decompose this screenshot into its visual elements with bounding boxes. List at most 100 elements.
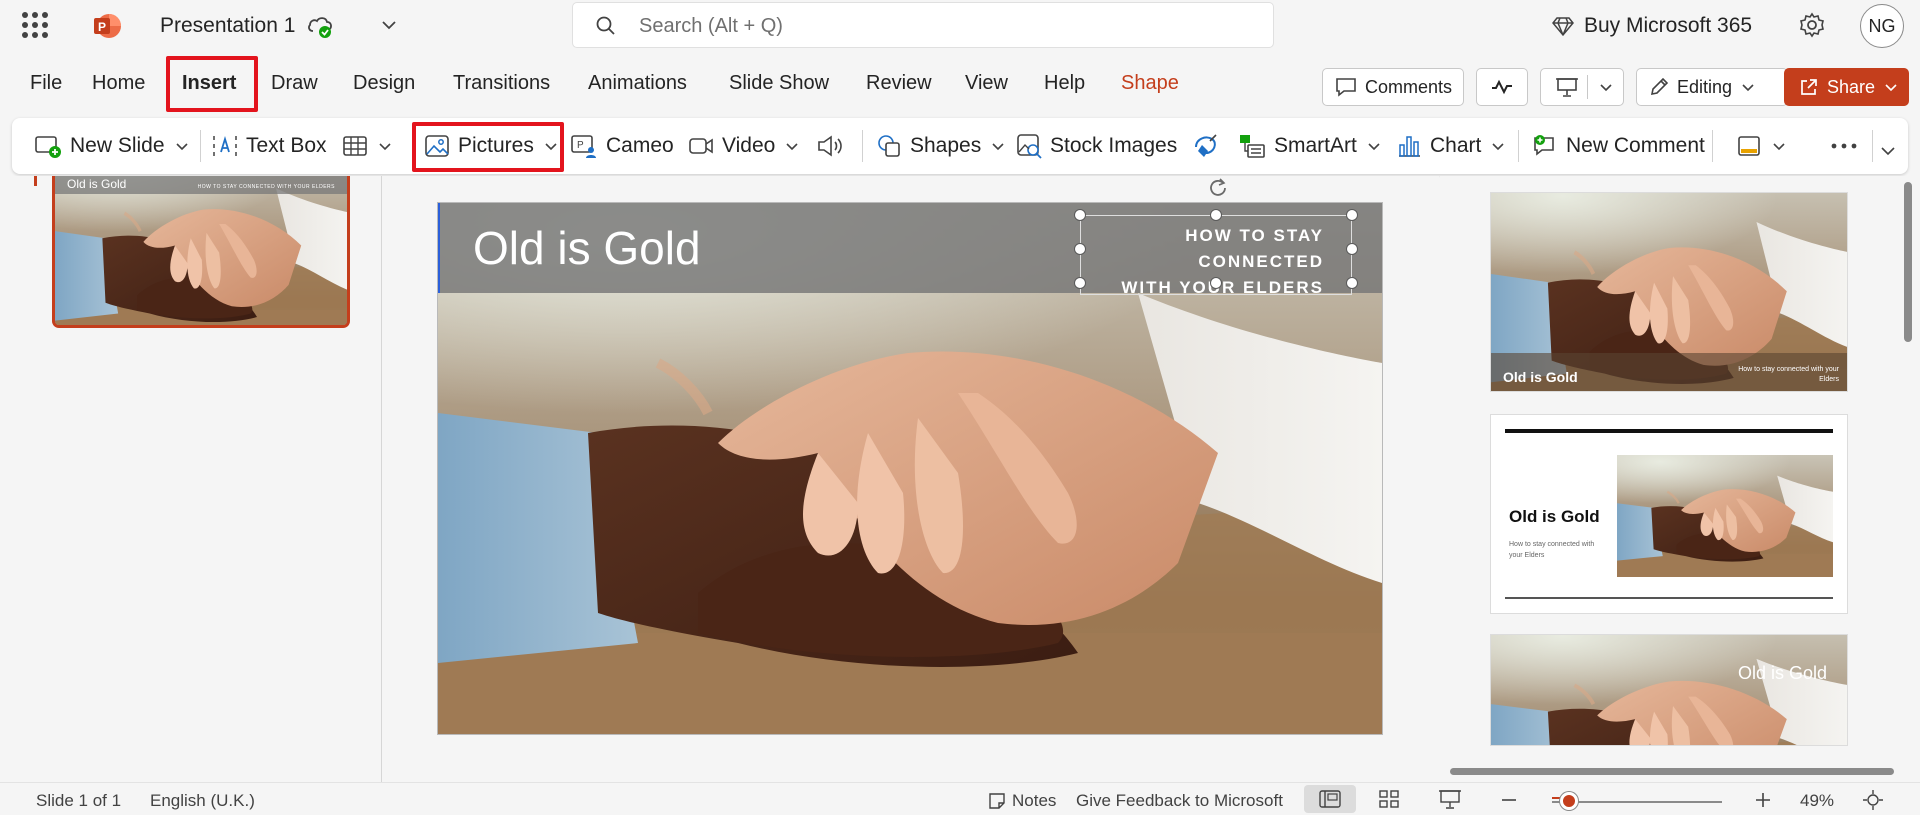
table-button[interactable] [342, 128, 394, 164]
chevron-down-icon [1742, 84, 1754, 92]
design-title: Old is Gold [1509, 507, 1600, 526]
catch-up-button[interactable] [1476, 68, 1528, 106]
slide-thumbnail-1[interactable]: Old is Gold HOW TO STAY CONNECTED WITH Y… [52, 176, 350, 328]
notes-label: Notes [1012, 791, 1057, 810]
slide-title[interactable]: Old is Gold [473, 221, 701, 275]
present-button[interactable] [1540, 68, 1624, 106]
chevron-down-icon[interactable] [378, 14, 400, 36]
pencil-icon [1650, 77, 1669, 96]
resize-handle[interactable] [1210, 277, 1222, 289]
comments-button[interactable]: Comments [1322, 68, 1464, 106]
resize-handle[interactable] [1346, 209, 1358, 221]
editing-label: Editing [1677, 76, 1733, 97]
design-option-2[interactable]: Old is Gold How to stay connected with y… [1490, 414, 1848, 614]
design-top-rule [1505, 429, 1833, 433]
present-icon [1556, 78, 1578, 97]
zoom-out-icon[interactable] [1500, 791, 1518, 809]
search-box[interactable] [572, 2, 1274, 48]
buy-microsoft-365-button[interactable]: Buy Microsoft 365 [1552, 13, 1752, 39]
avatar[interactable]: NG [1860, 4, 1904, 48]
smartart-button[interactable]: SmartArt [1238, 128, 1383, 164]
resize-handle[interactable] [1074, 277, 1086, 289]
new-comment-button[interactable]: New Comment [1532, 128, 1705, 164]
tab-transitions[interactable]: Transitions [453, 72, 550, 95]
feedback-link[interactable]: Give Feedback to Microsoft [1076, 791, 1283, 811]
title-bar: P Presentation 1 Buy Microsoft 365 NG [0, 0, 1920, 52]
text-box-icon [213, 135, 237, 156]
chart-button[interactable]: Chart [1396, 128, 1507, 164]
new-slide-button[interactable]: New Slide [34, 128, 191, 164]
thumbnail-photo [55, 176, 347, 325]
tab-shape[interactable]: Shape [1121, 72, 1179, 95]
app-launcher-icon[interactable] [22, 12, 48, 38]
document-title[interactable]: Presentation 1 [160, 14, 295, 38]
tab-draw[interactable]: Draw [271, 72, 318, 95]
tab-view[interactable]: View [965, 72, 1008, 95]
cloud-saved-icon[interactable] [306, 13, 334, 39]
chevron-down-icon [175, 143, 188, 151]
designer-button[interactable] [1192, 128, 1220, 164]
table-icon [343, 136, 367, 156]
powerpoint-logo-icon: P [94, 14, 121, 38]
resize-handle[interactable] [1346, 243, 1358, 255]
comments-label: Comments [1365, 76, 1453, 97]
tab-file[interactable]: File [30, 72, 62, 95]
bar-chart-icon [1399, 136, 1420, 157]
pictures-highlight [412, 122, 564, 172]
resize-handle[interactable] [1074, 243, 1086, 255]
shapes-icon [878, 135, 900, 157]
ribbon-tabs: File Home Insert Draw Design Transitions… [0, 56, 1920, 112]
horizontal-scrollbar[interactable] [1450, 768, 1894, 775]
stock-images-label: Stock Images [1050, 134, 1178, 157]
tab-slide-show[interactable]: Slide Show [729, 72, 829, 95]
header-footer-button[interactable] [1736, 128, 1788, 164]
gear-icon[interactable] [1798, 11, 1826, 39]
divider [1518, 130, 1519, 162]
stock-images-button[interactable]: Stock Images [1016, 128, 1177, 164]
designer-pane: Old is Gold How to stay connected with y… [1440, 176, 1920, 775]
rotate-handle-icon[interactable] [1206, 176, 1230, 200]
text-box-button[interactable]: Text Box [212, 128, 327, 164]
share-button[interactable]: Share [1784, 68, 1909, 106]
vertical-scrollbar[interactable] [1904, 182, 1912, 342]
expand-ribbon-button[interactable] [1878, 132, 1898, 168]
notes-button[interactable]: Notes [988, 791, 1056, 811]
slide[interactable]: Old is Gold HOW TO STAY CONNECTED WITH Y… [438, 203, 1382, 734]
editing-mode-button[interactable]: Editing [1636, 68, 1788, 106]
notes-icon [989, 793, 1005, 809]
zoom-in-icon[interactable] [1754, 791, 1772, 809]
cameo-icon: P [571, 135, 596, 158]
selected-slide-indicator [34, 176, 37, 186]
more-options-button[interactable] [1830, 128, 1858, 164]
stock-images-icon [1017, 134, 1042, 159]
tab-design[interactable]: Design [353, 72, 415, 95]
resize-handle[interactable] [1346, 277, 1358, 289]
slide-sorter-icon[interactable] [1378, 789, 1400, 809]
zoom-slider-thumb[interactable] [1560, 792, 1578, 810]
audio-button[interactable] [816, 128, 846, 164]
buy-label: Buy Microsoft 365 [1584, 14, 1753, 37]
resize-handle[interactable] [1210, 209, 1222, 221]
tab-review[interactable]: Review [866, 72, 932, 95]
search-input[interactable] [639, 11, 1239, 41]
chevron-down-icon[interactable] [1597, 78, 1615, 96]
normal-view-icon[interactable] [1318, 789, 1342, 809]
cameo-button[interactable]: P Cameo [570, 128, 674, 164]
tab-animations[interactable]: Animations [588, 72, 687, 95]
language-indicator[interactable]: English (U.K.) [150, 791, 255, 811]
fit-to-window-icon[interactable] [1862, 789, 1884, 811]
shapes-button[interactable]: Shapes [876, 128, 1007, 164]
video-button[interactable]: Video [688, 128, 801, 164]
resize-handle[interactable] [1074, 209, 1086, 221]
insert-toolbar: New Slide Text Box Pictures P Cameo Vide… [12, 118, 1908, 174]
slideshow-view-icon[interactable] [1438, 788, 1462, 810]
tab-help[interactable]: Help [1044, 72, 1085, 95]
design-option-3[interactable]: Old is Gold [1490, 634, 1848, 746]
design-subtitle: How to stay connected with your Elders [1738, 366, 1839, 383]
chevron-down-icon [992, 143, 1004, 151]
divider [200, 130, 201, 162]
present-divider [1587, 75, 1588, 99]
tab-home[interactable]: Home [92, 72, 145, 95]
zoom-level[interactable]: 49% [1800, 791, 1834, 811]
design-option-1[interactable]: Old is Gold How to stay connected with y… [1490, 192, 1848, 392]
